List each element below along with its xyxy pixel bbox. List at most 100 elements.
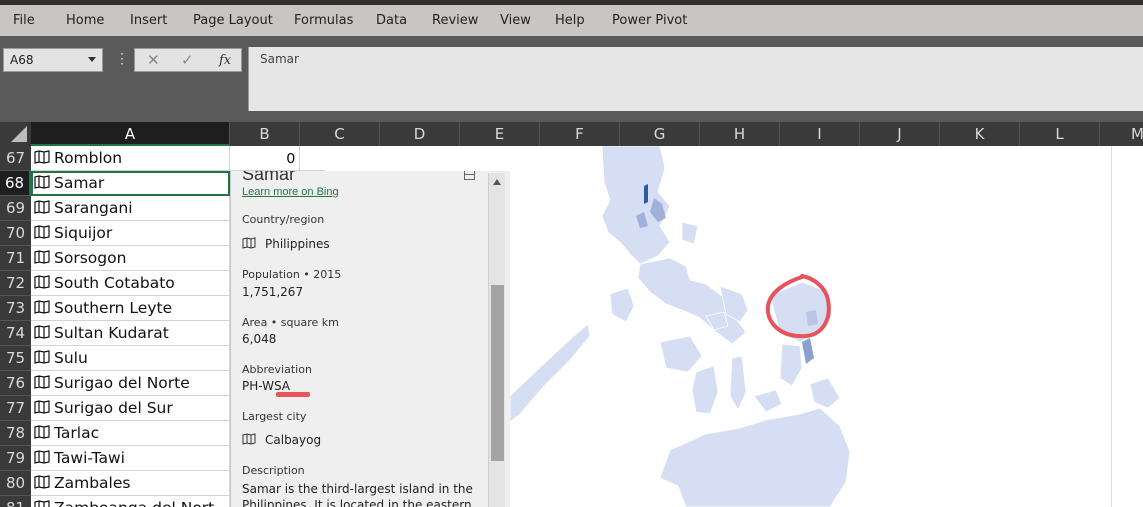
tab-power-pivot[interactable]: Power Pivot	[612, 13, 687, 28]
row-header[interactable]: 75	[0, 346, 31, 371]
philippines-map	[510, 146, 851, 507]
tab-review[interactable]: Review	[432, 13, 478, 28]
row-header[interactable]: 71	[0, 246, 31, 271]
cell-text: Surigao del Norte	[54, 374, 190, 392]
country-value[interactable]: Philippines	[242, 237, 330, 251]
cell-text: Tawi-Tawi	[54, 449, 125, 467]
population-value: 1,751,267	[242, 285, 304, 299]
formula-buttons: ✕ ✓ fx	[134, 48, 242, 72]
map-icon	[34, 250, 50, 264]
map-icon	[34, 300, 50, 314]
cell-a69[interactable]: Sarangani	[31, 196, 230, 221]
more-options-icon[interactable]: ⋮	[115, 50, 129, 67]
cell-a70[interactable]: Siquijor	[31, 221, 230, 246]
cell-a77[interactable]: Surigao del Sur	[31, 396, 230, 421]
row-header[interactable]: 70	[0, 221, 31, 246]
map-icon	[34, 425, 50, 439]
tab-help[interactable]: Help	[555, 13, 585, 28]
row-header[interactable]: 76	[0, 371, 31, 396]
learn-more-link[interactable]: Learn more on Bing	[242, 186, 339, 198]
cell-a73[interactable]: Southern Leyte	[31, 296, 230, 321]
map-icon	[34, 400, 50, 414]
row-header[interactable]: 77	[0, 396, 31, 421]
row-header[interactable]: 73	[0, 296, 31, 321]
chevron-down-icon[interactable]	[88, 57, 96, 62]
map-icon	[34, 275, 50, 289]
enter-icon[interactable]: ✓	[181, 51, 194, 69]
row-header[interactable]: 79	[0, 446, 31, 471]
column-header-c[interactable]: C	[300, 122, 380, 146]
column-header-m[interactable]: M	[1100, 122, 1143, 146]
row-header[interactable]: 68	[0, 171, 31, 196]
cell-text: Samar	[54, 174, 105, 192]
row-header[interactable]: 69	[0, 196, 31, 221]
map-icon	[34, 450, 50, 464]
select-all-button[interactable]	[0, 122, 31, 146]
cell-text: Zamboanga del Nort	[54, 499, 214, 507]
collapse-icon[interactable]	[464, 171, 475, 180]
tab-formulas[interactable]: Formulas	[294, 13, 353, 28]
row-header[interactable]: 72	[0, 271, 31, 296]
cell-c67[interactable]	[300, 146, 325, 171]
tab-view[interactable]: View	[500, 13, 531, 28]
row-header[interactable]: 74	[0, 321, 31, 346]
cell-a74[interactable]: Sultan Kudarat	[31, 321, 230, 346]
tab-page-layout[interactable]: Page Layout	[193, 13, 273, 28]
tab-insert[interactable]: Insert	[130, 13, 167, 28]
column-header-i[interactable]: I	[780, 122, 860, 146]
cell-a67[interactable]: Romblon	[31, 146, 230, 171]
cell-text: Siquijor	[54, 224, 113, 242]
map-icon	[34, 475, 50, 489]
map-chart[interactable]	[510, 146, 1112, 507]
scrollbar-thumb[interactable]	[491, 285, 504, 461]
cells-column-m[interactable]	[1112, 146, 1143, 507]
row-header[interactable]: 67	[0, 146, 31, 171]
column-header-d[interactable]: D	[380, 122, 460, 146]
name-box[interactable]: A68	[3, 48, 103, 72]
cell-text: Romblon	[54, 149, 123, 167]
cell-a75[interactable]: Sulu	[31, 346, 230, 371]
column-header-b[interactable]: B	[230, 122, 300, 146]
largest-city-value[interactable]: Calbayog	[242, 433, 321, 447]
insert-function-icon[interactable]: fx	[219, 53, 231, 68]
cell-text: Sultan Kudarat	[54, 324, 169, 342]
cell-text: Sorsogon	[54, 249, 127, 267]
column-header-l[interactable]: L	[1020, 122, 1100, 146]
cell-a68[interactable]: Samar	[31, 171, 230, 196]
cell-a79[interactable]: Tawi-Tawi	[31, 446, 230, 471]
map-icon	[34, 175, 50, 189]
abbreviation-label: Abbreviation	[242, 363, 312, 376]
card-scrollbar[interactable]	[488, 173, 505, 507]
description-label: Description	[242, 464, 305, 477]
cancel-icon[interactable]: ✕	[147, 51, 160, 69]
cell-b67[interactable]: 0	[230, 146, 300, 171]
row-header[interactable]: 81	[0, 496, 31, 507]
column-header-e[interactable]: E	[460, 122, 540, 146]
row-header[interactable]: 78	[0, 421, 31, 446]
tab-file[interactable]: File	[13, 13, 35, 28]
cell-text: Southern Leyte	[54, 299, 173, 317]
tab-data[interactable]: Data	[376, 13, 407, 28]
cell-a78[interactable]: Tarlac	[31, 421, 230, 446]
largest-city-label: Largest city	[242, 410, 307, 423]
area-label: Area • square km	[242, 316, 339, 329]
cell-a80[interactable]: Zambales	[31, 471, 230, 496]
column-header-j[interactable]: J	[860, 122, 940, 146]
cell-text: Zambales	[54, 474, 131, 492]
cell-a81[interactable]: Zamboanga del Nort	[31, 496, 230, 507]
column-headers: A B C D E F G H I J K L M	[0, 122, 1143, 146]
formula-input[interactable]: Samar	[248, 47, 1143, 111]
column-header-h[interactable]: H	[700, 122, 780, 146]
row-header[interactable]: 80	[0, 471, 31, 496]
column-header-a[interactable]: A	[31, 122, 230, 146]
cell-a72[interactable]: South Cotabato	[31, 271, 230, 296]
column-header-k[interactable]: K	[940, 122, 1020, 146]
cell-text: South Cotabato	[54, 274, 175, 292]
scroll-up-icon[interactable]	[493, 179, 501, 185]
tab-home[interactable]: Home	[66, 13, 104, 28]
cell-a76[interactable]: Surigao del Norte	[31, 371, 230, 396]
column-header-g[interactable]: G	[620, 122, 700, 146]
formula-content: Samar	[260, 52, 299, 66]
column-header-f[interactable]: F	[540, 122, 620, 146]
cell-a71[interactable]: Sorsogon	[31, 246, 230, 271]
